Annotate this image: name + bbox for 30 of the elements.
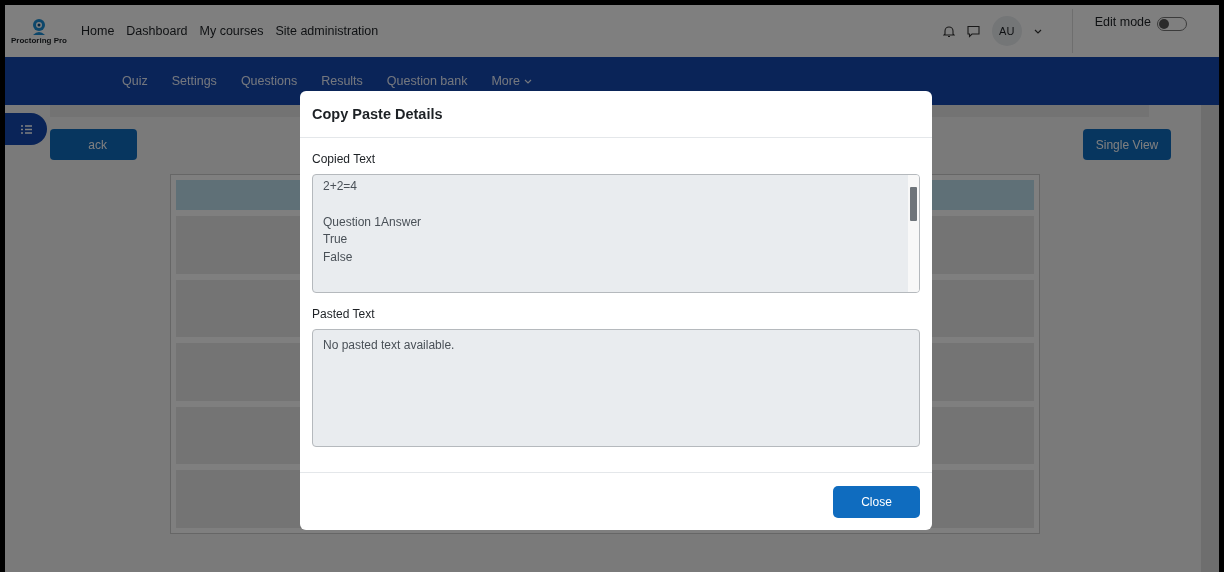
nav-link[interactable]: Site administration xyxy=(275,24,379,38)
single-view-button[interactable]: Single View xyxy=(1083,129,1171,160)
close-button[interactable]: Close xyxy=(833,485,920,518)
chat-icon[interactable] xyxy=(966,24,980,38)
chevron-down-icon xyxy=(523,78,532,84)
list-icon xyxy=(20,124,32,134)
pasted-text-field[interactable]: No pasted text available. xyxy=(312,329,920,447)
edit-mode-toggle[interactable] xyxy=(1157,17,1187,31)
field-label: Copied Text xyxy=(312,152,377,166)
modal-title: Copy Paste Details xyxy=(300,91,932,138)
secondary-nav-tab[interactable]: Results xyxy=(321,74,363,88)
back-button[interactable]: ack xyxy=(50,129,137,160)
nav-link[interactable]: Dashboard xyxy=(126,24,188,38)
nav-link[interactable]: My courses xyxy=(199,24,264,38)
field-label: Pasted Text xyxy=(312,307,376,321)
nav-link[interactable]: Home xyxy=(81,24,115,38)
drawer-toggle-button[interactable] xyxy=(5,113,47,145)
secondary-nav-tab[interactable]: Questions xyxy=(240,74,298,88)
bell-icon[interactable] xyxy=(942,24,955,38)
secondary-nav-tab[interactable]: More xyxy=(491,74,532,88)
secondary-nav-tab[interactable]: Question bank xyxy=(386,74,468,88)
webcam-logo-icon xyxy=(30,17,48,36)
scrollbar[interactable] xyxy=(908,175,919,292)
secondary-nav-tab[interactable]: Quiz xyxy=(122,74,148,88)
chevron-down-icon[interactable] xyxy=(1033,28,1042,34)
user-avatar[interactable]: AU xyxy=(991,16,1022,46)
copied-text-field[interactable]: 2+2=4 Question 1Answer True False xyxy=(312,174,920,293)
logo-text: Proctoring Pro xyxy=(11,35,67,45)
secondary-nav-tab[interactable]: Settings xyxy=(171,74,217,88)
edit-mode-label: Edit mode xyxy=(1094,15,1151,29)
